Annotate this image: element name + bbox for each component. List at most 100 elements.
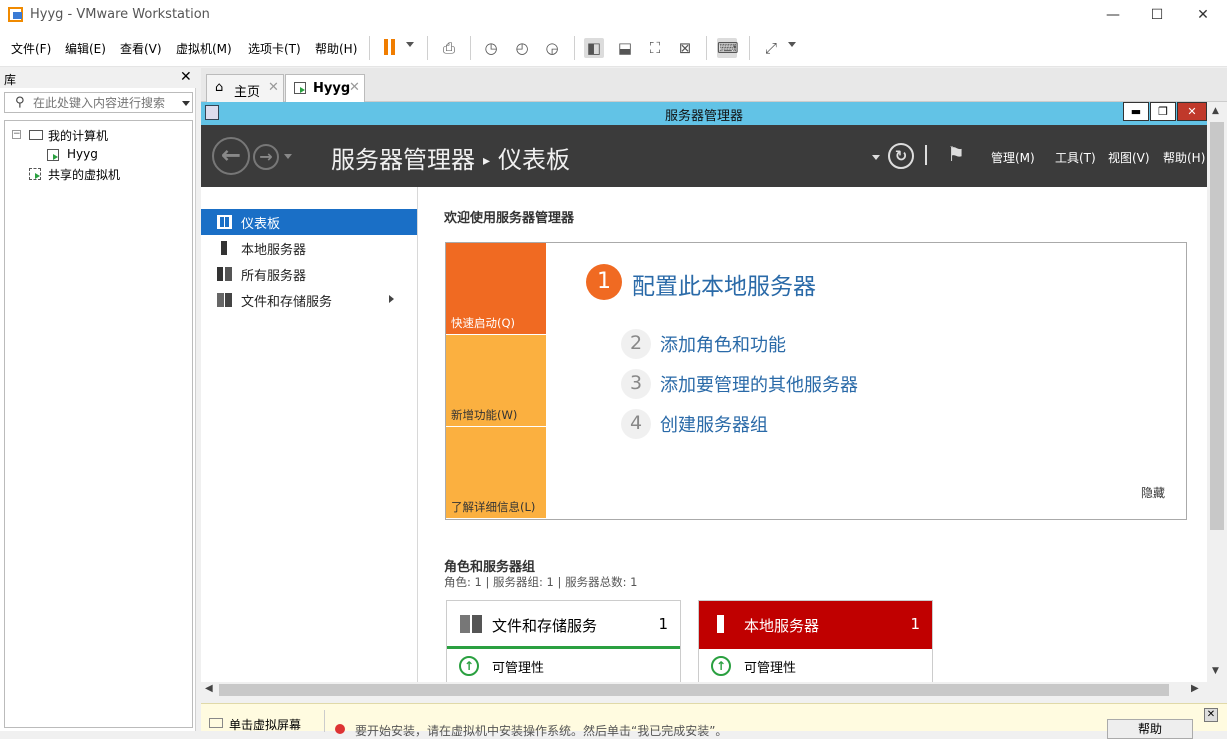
nav-item-local-server[interactable]: 本地服务器 (201, 235, 417, 261)
tree-label-vm-hyyg: Hyyg (67, 147, 98, 161)
library-close-icon[interactable]: ✕ (180, 69, 192, 85)
menu-help[interactable]: 帮助(H) (1163, 149, 1205, 166)
tree-item-vm-hyyg[interactable]: Hyyg (47, 147, 147, 163)
unity-mode-icon[interactable]: ⊠ (675, 38, 695, 58)
hint-help-button[interactable]: 帮助 (1107, 719, 1193, 739)
role-card-local-server[interactable]: 本地服务器 1 ↑ 可管理性 (698, 600, 933, 682)
menu-tabs[interactable]: 选项卡(T) (248, 40, 301, 57)
menu-help[interactable]: 帮助(H) (315, 40, 357, 57)
vertical-scroll-thumb[interactable] (1210, 122, 1224, 530)
server-manager-header: ← → 服务器管理器 ▸ 仪表板 ↻ ⚑ 管理(M) 工具(T) 视图(V) 帮助(… (201, 125, 1207, 187)
step-4-create-group-link[interactable]: 创建服务器组 (660, 411, 768, 437)
tab-close-icon[interactable]: ✕ (268, 80, 279, 95)
role-card-file-storage[interactable]: 文件和存储服务 1 ↑ 可管理性 (446, 600, 681, 682)
send-ctrl-alt-del-icon[interactable]: ⎙ (439, 38, 459, 58)
menu-file[interactable]: 文件(F) (11, 40, 51, 57)
snapshot-manager-icon[interactable]: ◶ (542, 38, 562, 58)
tab-home[interactable]: ⌂ 主页 ✕ (206, 74, 284, 102)
show-library-icon[interactable]: ◧ (584, 38, 604, 58)
tab-hyyg[interactable]: Hyyg ✕ (285, 74, 365, 102)
history-caret-icon[interactable] (284, 154, 292, 159)
step-1-configure-local-server-link[interactable]: 配置此本地服务器 (632, 267, 816, 301)
hint-close-icon[interactable]: ✕ (1204, 708, 1218, 722)
guest-vertical-scrollbar[interactable]: ▲ ▼ (1207, 102, 1227, 682)
tile-quick-start[interactable]: 快速启动(Q) (446, 243, 546, 334)
nav-label-dashboard: 仪表板 (241, 217, 281, 232)
tile-whats-new-label: 新增功能(W) (451, 408, 518, 422)
status-ok-icon: ↑ (711, 656, 731, 676)
breadcrumb-app[interactable]: 服务器管理器 (331, 146, 475, 174)
full-screen-icon[interactable]: ⛶ (645, 38, 665, 58)
nav-item-file-storage[interactable]: 文件和存储服务 (201, 287, 417, 313)
hint-divider (324, 710, 325, 732)
refresh-dropdown-caret-icon[interactable] (872, 155, 880, 160)
search-dropdown-caret-icon[interactable] (182, 101, 190, 106)
pause-icon[interactable] (380, 38, 400, 58)
expand-arrow-icon[interactable] (389, 295, 394, 303)
role-card-status[interactable]: 可管理性 (744, 657, 796, 676)
power-dropdown-caret-icon[interactable] (406, 42, 414, 47)
search-input[interactable] (33, 95, 173, 111)
close-button[interactable]: ✕ (1180, 0, 1226, 30)
menu-view[interactable]: 查看(V) (120, 40, 162, 57)
guest-minimize-button[interactable]: ▬ (1123, 102, 1149, 121)
scroll-up-icon[interactable]: ▲ (1212, 106, 1219, 116)
console-view-icon[interactable]: ⌨ (717, 38, 739, 58)
collapse-icon[interactable]: − (12, 130, 21, 139)
nav-label-all-servers: 所有服务器 (241, 269, 307, 284)
shared-vm-icon (29, 168, 41, 180)
revert-snapshot-icon[interactable]: ◴ (512, 38, 532, 58)
scroll-down-icon[interactable]: ▼ (1212, 666, 1219, 676)
scroll-left-icon[interactable]: ◀ (205, 683, 213, 694)
horizontal-scroll-thumb[interactable] (219, 684, 1169, 696)
menu-view[interactable]: 视图(V) (1108, 149, 1150, 166)
hint-click-screen[interactable]: 单击虚拟屏幕 (229, 716, 301, 733)
step-4-badge: 4 (621, 409, 651, 439)
guest-close-button[interactable]: ✕ (1177, 102, 1207, 121)
library-search-box[interactable]: ⚲ (4, 92, 193, 113)
toolbar-separator (574, 36, 575, 60)
storage-icon (217, 293, 232, 307)
notifications-flag-icon[interactable]: ⚑ (947, 142, 965, 166)
tree-item-shared-vms[interactable]: 共享的虚拟机 (29, 166, 179, 182)
role-card-name: 文件和存储服务 (492, 617, 598, 635)
snapshot-icon[interactable]: ◷ (481, 38, 501, 58)
menu-vm[interactable]: 虚拟机(M) (176, 40, 232, 57)
dashboard-content: 欢迎使用服务器管理器 快速启动(Q) 新增功能(W) 了解详细信息(L) 1 配… (419, 187, 1207, 682)
library-panel: 库 ✕ ⚲ − 我的计算机 Hyyg 共享的虚拟机 (0, 68, 196, 731)
menu-tools[interactable]: 工具(T) (1055, 149, 1096, 166)
guest-restore-button[interactable]: ❐ (1150, 102, 1176, 121)
window-title: Hyyg - VMware Workstation (30, 7, 210, 22)
guest-screen[interactable]: 服务器管理器 ▬ ❐ ✕ ← → 服务器管理器 ▸ 仪表板 ↻ ⚑ 管理(M) 工具… (201, 102, 1207, 682)
tree-item-my-computer[interactable]: − 我的计算机 (11, 127, 181, 143)
servers-icon (217, 267, 232, 281)
step-3-badge: 3 (621, 369, 651, 399)
vm-running-icon (294, 82, 306, 94)
step-3-add-servers-link[interactable]: 添加要管理的其他服务器 (660, 371, 858, 397)
nav-label-local-server: 本地服务器 (241, 243, 307, 258)
tree-label-shared-vms: 共享的虚拟机 (48, 168, 121, 182)
step-2-badge: 2 (621, 329, 651, 359)
forward-arrow-icon[interactable]: → (253, 144, 279, 170)
home-icon: ⌂ (215, 80, 224, 95)
tile-whats-new[interactable]: 新增功能(W) (446, 335, 546, 426)
minimize-button[interactable]: — (1090, 0, 1136, 30)
nav-item-all-servers[interactable]: 所有服务器 (201, 261, 417, 287)
menu-edit[interactable]: 编辑(E) (65, 40, 106, 57)
tab-close-icon[interactable]: ✕ (349, 80, 360, 95)
menu-manage[interactable]: 管理(M) (991, 149, 1035, 166)
library-tree: − 我的计算机 Hyyg 共享的虚拟机 (4, 120, 193, 728)
back-arrow-icon[interactable]: ← (212, 137, 250, 175)
thumbnail-bar-icon[interactable]: ⬓ (615, 38, 635, 58)
stretch-dropdown-caret-icon[interactable] (788, 42, 796, 47)
maximize-button[interactable]: ☐ (1134, 0, 1180, 30)
scroll-right-icon[interactable]: ▶ (1191, 683, 1199, 694)
nav-item-dashboard[interactable]: 仪表板 (201, 209, 417, 235)
tile-learn-more[interactable]: 了解详细信息(L) (446, 427, 546, 518)
stretch-guest-icon[interactable]: ⤢ (761, 38, 781, 58)
refresh-icon[interactable]: ↻ (888, 143, 914, 169)
role-card-status[interactable]: 可管理性 (492, 657, 544, 676)
hide-link[interactable]: 隐藏 (1141, 484, 1165, 501)
guest-horizontal-scrollbar[interactable]: ◀ ▶ (201, 682, 1227, 698)
step-2-add-roles-link[interactable]: 添加角色和功能 (660, 331, 786, 357)
